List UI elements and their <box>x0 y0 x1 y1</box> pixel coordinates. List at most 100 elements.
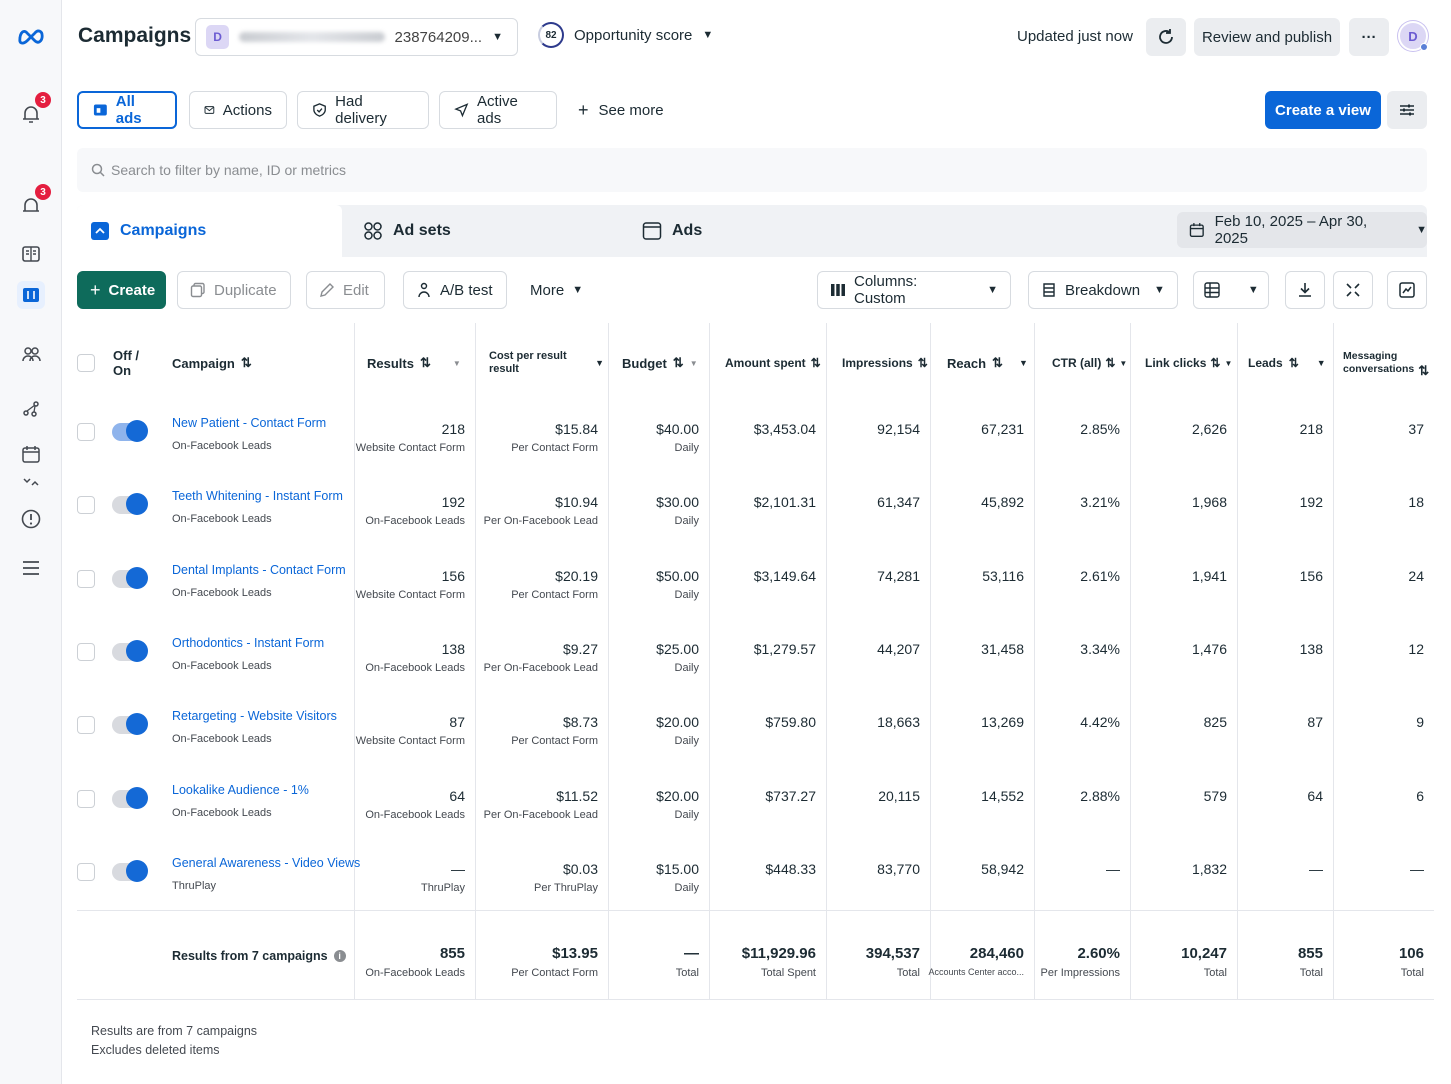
campaign-name-link[interactable]: Dental Implants - Contact Form <box>172 563 346 577</box>
results-cell-subtext: On-Facebook Leads <box>365 662 465 674</box>
charts-button[interactable] <box>1387 271 1427 309</box>
edit-button[interactable]: Edit <box>306 271 385 309</box>
col-header-results[interactable]: Results ⇅ ▼ <box>367 323 467 403</box>
cost-per-result-cell: $20.19 Per Contact Form <box>511 568 598 601</box>
total-msgs-cell: 106 Total <box>1399 945 1424 979</box>
catalog-icon[interactable] <box>17 240 45 268</box>
row-checkbox[interactable] <box>77 423 95 441</box>
table-row[interactable]: Teeth Whitening - Instant Form On-Faceboo… <box>77 484 1434 557</box>
campaign-toggle[interactable] <box>112 493 148 515</box>
info-icon[interactable] <box>17 505 45 533</box>
campaign-type: On-Facebook Leads <box>172 733 272 745</box>
more-actions-dropdown[interactable]: More ▼ <box>518 271 598 309</box>
campaign-name-link[interactable]: Retargeting - Website Visitors <box>172 709 337 723</box>
campaign-name-link[interactable]: New Patient - Contact Form <box>172 416 326 430</box>
user-avatar[interactable]: D <box>1398 21 1428 51</box>
ab-test-button[interactable]: A/B test <box>403 271 507 309</box>
table-row[interactable]: Orthodontics - Instant Form On-Facebook L… <box>77 631 1434 704</box>
row-checkbox[interactable] <box>77 790 95 808</box>
col-header-messaging[interactable]: Messaging conversations ⇅ <box>1343 323 1433 403</box>
filter-had-delivery[interactable]: Had delivery <box>297 91 429 129</box>
tab-campaigns[interactable]: Campaigns <box>77 205 342 257</box>
col-msg-label-2: conversations <box>1343 363 1415 375</box>
date-range-picker[interactable]: Feb 10, 2025 – Apr 30, 2025 ▼ <box>1177 212 1427 248</box>
view-settings-button[interactable] <box>1387 91 1427 129</box>
row-checkbox[interactable] <box>77 716 95 734</box>
filter-all-ads[interactable]: All ads <box>77 91 177 129</box>
table-row[interactable]: General Awareness - Video Views ThruPlay —… <box>77 851 1434 924</box>
budget-cell-value: $25.00 <box>656 641 699 657</box>
more-options-button[interactable]: ··· <box>1349 18 1389 56</box>
col-header-budget[interactable]: Budget ⇅ ▼ <box>622 323 707 403</box>
col-header-amount-spent[interactable]: Amount spent ⇅ <box>725 323 825 403</box>
calendar-icon[interactable] <box>17 440 45 468</box>
review-publish-button[interactable]: Review and publish <box>1194 18 1340 56</box>
table-row[interactable]: Lookalike Audience - 1% On-Facebook Leads… <box>77 778 1434 851</box>
expand-button[interactable] <box>1333 271 1373 309</box>
breakdown-dropdown[interactable]: Breakdown ▼ <box>1028 271 1178 309</box>
menu-icon[interactable] <box>17 554 45 582</box>
chevron-down-icon: ▼ <box>1224 358 1233 368</box>
chevron-down-icon: ▼ <box>1154 284 1165 296</box>
create-button[interactable]: + Create <box>77 271 166 309</box>
impressions-cell-value: 61,347 <box>877 494 920 510</box>
row-checkbox[interactable] <box>77 496 95 514</box>
off-on-label-1: Off / <box>113 348 139 363</box>
campaign-toggle[interactable] <box>112 713 148 735</box>
results-cell: 87 Website Contact Form <box>356 714 465 747</box>
campaign-name-link[interactable]: General Awareness - Video Views <box>172 856 360 870</box>
col-spent-label: Amount spent <box>725 355 806 370</box>
info-icon[interactable]: i <box>333 950 346 962</box>
amount-spent-cell: $3,453.04 <box>754 421 816 437</box>
meta-logo-icon[interactable] <box>17 22 45 50</box>
campaign-toggle[interactable] <box>112 787 148 809</box>
table-view-dropdown[interactable]: ▼ <box>1193 271 1269 309</box>
campaign-name-link[interactable]: Teeth Whitening - Instant Form <box>172 489 343 503</box>
tab-ad-sets[interactable]: Ad sets <box>363 205 451 257</box>
filter-actions[interactable]: Actions <box>189 91 287 129</box>
table-row[interactable]: Dental Implants - Contact Form On-Faceboo… <box>77 558 1434 631</box>
campaign-toggle[interactable] <box>112 860 148 882</box>
campaign-name-link[interactable]: Lookalike Audience - 1% <box>172 783 309 797</box>
select-all-checkbox[interactable] <box>77 354 95 372</box>
ctr-cell-value: 2.85% <box>1080 421 1120 437</box>
refresh-button[interactable] <box>1146 18 1186 56</box>
col-header-reach[interactable]: Reach ⇅ ▼ <box>947 323 1032 403</box>
ads-manager-icon[interactable] <box>17 281 45 309</box>
table-row[interactable]: Retargeting - Website Visitors On-Faceboo… <box>77 704 1434 777</box>
row-checkbox[interactable] <box>77 863 95 881</box>
total-reach-cell: 284,460 Accounts Center acco... <box>928 945 1024 977</box>
analytics-icon[interactable] <box>17 395 45 423</box>
opportunity-score-ring: 82 <box>538 22 564 48</box>
campaign-name-link[interactable]: Orthodontics - Instant Form <box>172 636 324 650</box>
alerts-icon[interactable]: 3 <box>17 184 51 220</box>
columns-dropdown[interactable]: Columns: Custom ▼ <box>817 271 1011 309</box>
automation-icon[interactable] <box>17 468 45 496</box>
filter-active-ads[interactable]: Active ads <box>439 91 557 129</box>
create-view-button[interactable]: Create a view <box>1265 91 1381 129</box>
col-header-link-clicks[interactable]: Link clicks ⇅ ▼ <box>1145 323 1235 403</box>
amount-spent-cell-value: $3,149.64 <box>753 568 816 584</box>
row-checkbox[interactable] <box>77 570 95 588</box>
see-more-filters[interactable]: + See more <box>578 100 664 121</box>
campaign-toggle[interactable] <box>112 567 148 589</box>
col-header-cost-per-result[interactable]: Cost per result result ▼ <box>489 323 604 403</box>
col-header-leads[interactable]: Leads ⇅ ▼ <box>1248 323 1333 403</box>
col-header-impressions[interactable]: Impressions ⇅ <box>842 323 930 403</box>
opportunity-score-selector[interactable]: 82 Opportunity score ▼ <box>538 22 713 48</box>
total-budget-subtext: Total <box>675 967 699 979</box>
tab-ads[interactable]: Ads <box>642 205 702 257</box>
col-header-campaign[interactable]: Campaign ⇅ <box>172 323 352 403</box>
row-checkbox[interactable] <box>77 643 95 661</box>
campaign-toggle[interactable] <box>112 640 148 662</box>
table-row[interactable]: New Patient - Contact Form On-Facebook Le… <box>77 411 1434 484</box>
duplicate-button[interactable]: Duplicate <box>177 271 291 309</box>
account-selector[interactable]: D 238764209... ▼ <box>195 18 518 56</box>
campaign-toggle[interactable] <box>112 420 148 442</box>
search-input[interactable] <box>111 162 711 178</box>
col-header-ctr[interactable]: CTR (all) ⇅ ▼ <box>1052 323 1132 403</box>
notifications-icon[interactable]: 3 <box>17 92 51 128</box>
tab-campaigns-label: Campaigns <box>120 222 207 239</box>
export-button[interactable] <box>1285 271 1325 309</box>
audiences-icon[interactable] <box>17 340 45 368</box>
